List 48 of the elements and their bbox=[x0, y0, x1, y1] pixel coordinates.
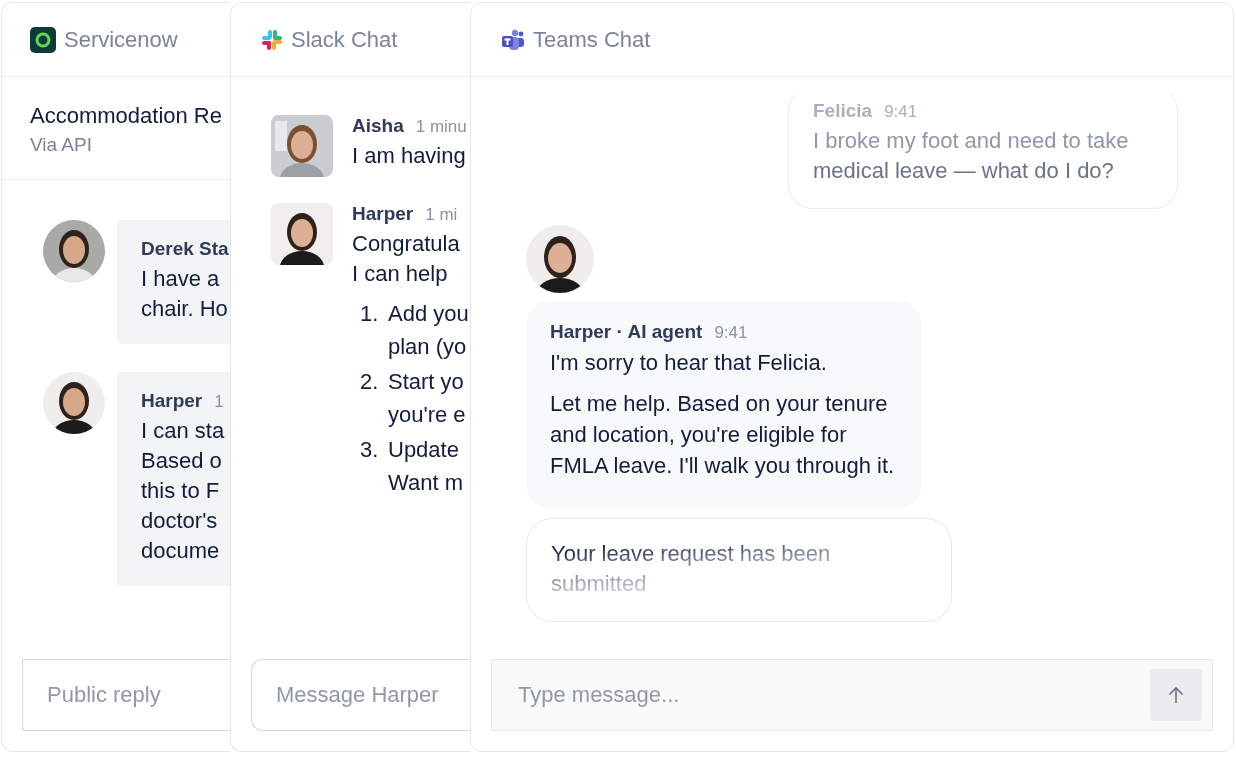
list-number: 3. bbox=[360, 436, 380, 464]
list-item-text: plan (yo bbox=[388, 333, 467, 361]
message-text: Based o bbox=[141, 447, 222, 475]
list-number: 2. bbox=[360, 368, 380, 396]
message-input[interactable]: Type message... bbox=[516, 681, 1150, 709]
list-item-text: you're e bbox=[388, 401, 466, 429]
message-time: 1 bbox=[214, 392, 224, 412]
message-text: docume bbox=[141, 537, 220, 565]
list-item-text: Want m bbox=[388, 469, 463, 497]
list-item-text: Add you bbox=[388, 300, 469, 328]
arrow-up-icon bbox=[1166, 685, 1186, 705]
servicenow-logo-icon bbox=[30, 26, 56, 53]
window-title: Teams Chat bbox=[533, 26, 651, 53]
message-text: I broke my foot and need to take bbox=[813, 127, 1129, 155]
reply-field[interactable]: Public reply bbox=[22, 659, 230, 731]
ticket-title: Accommodation Re bbox=[30, 102, 222, 130]
message-text: Congratula bbox=[352, 230, 460, 258]
message-text: I have a bbox=[141, 265, 220, 293]
message-time: 9:41 bbox=[884, 102, 918, 122]
message-time: 1 minu bbox=[415, 117, 467, 137]
list-item-text: Start yo bbox=[388, 368, 464, 396]
message-time: 9:41 bbox=[714, 323, 748, 343]
message-text: doctor's bbox=[141, 507, 218, 535]
message-author: Harper · AI agent bbox=[550, 321, 703, 343]
message-author: Harper bbox=[141, 390, 203, 412]
window-title: Slack Chat bbox=[291, 26, 398, 53]
message-field[interactable]: Message Harper bbox=[251, 659, 470, 731]
message-text: I can sta bbox=[141, 417, 225, 445]
message-field[interactable]: Type message... bbox=[491, 659, 1213, 731]
ticket-source: Via API bbox=[30, 133, 92, 157]
window-title: Servicenow bbox=[64, 26, 178, 53]
teams-logo-icon bbox=[501, 28, 525, 51]
message-text: Let me help. Based on your tenure and location, you're eligible for FMLA leave. I'll walk you through it. bbox=[550, 390, 896, 480]
send-button[interactable] bbox=[1150, 669, 1202, 721]
message-text: I am having bbox=[352, 142, 466, 170]
message-author: Harper bbox=[352, 203, 414, 225]
message-text: I can help bbox=[352, 260, 448, 288]
slack-logo-icon bbox=[261, 28, 283, 51]
message-time: 1 mi bbox=[425, 205, 458, 225]
message-text: this to F bbox=[141, 477, 220, 505]
message-text: chair. Ho bbox=[141, 295, 228, 323]
message-author: Felicia bbox=[813, 100, 873, 122]
message-author: Derek Sta bbox=[141, 238, 229, 260]
message-text: medical leave — what do I do? bbox=[813, 157, 1114, 185]
message-text: I'm sorry to hear that Felicia. bbox=[550, 349, 828, 377]
message-author: Aisha bbox=[352, 115, 404, 137]
list-item-text: Update bbox=[388, 436, 459, 464]
list-number: 1. bbox=[360, 300, 380, 328]
